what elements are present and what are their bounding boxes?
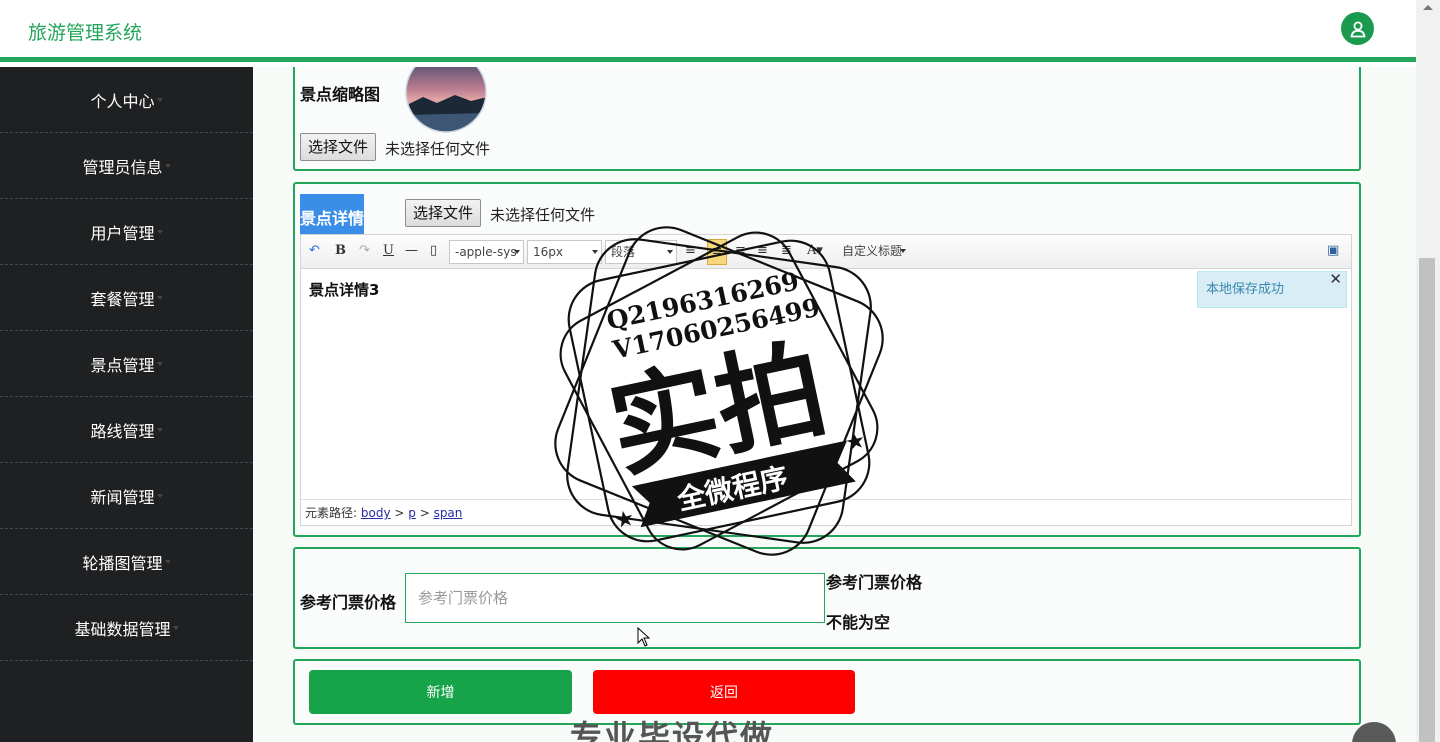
sidebar-item-carousel-management[interactable]: 轮播图管理 bbox=[0, 529, 253, 595]
thumbnail-label: 景点缩略图 bbox=[300, 85, 381, 104]
save-toast-text: 本地保存成功 bbox=[1206, 282, 1285, 297]
paragraph-value: 段落 bbox=[611, 245, 636, 259]
font-size-value: 16px bbox=[533, 245, 563, 259]
horizontal-rule-icon[interactable]: — bbox=[405, 243, 418, 258]
editor-content[interactable]: 景点详情3 bbox=[309, 279, 379, 300]
chevron-down-icon bbox=[592, 250, 598, 254]
editor-toolbar: ↶ B ↷ U — ▯ -apple-sys 16px 段落 ≡ ≡ ≡ ≡ ≣… bbox=[301, 235, 1351, 269]
align-center-icon[interactable]: ≡ bbox=[735, 243, 746, 258]
sidebar-item-label: 个人中心 bbox=[90, 91, 155, 111]
sidebar-item-attraction-management[interactable]: 景点管理 bbox=[0, 331, 253, 397]
page-icon[interactable]: ▯ bbox=[430, 243, 437, 258]
chevron-down-icon bbox=[172, 625, 179, 630]
chevron-down-icon bbox=[164, 163, 171, 168]
sidebar-item-personal-center[interactable]: 个人中心 bbox=[0, 67, 253, 133]
thumbnail-image bbox=[405, 67, 487, 133]
chevron-down-icon bbox=[900, 249, 906, 253]
custom-title-value: 自定义标题 bbox=[842, 244, 903, 258]
sidebar-item-admin-info[interactable]: 管理员信息 bbox=[0, 133, 253, 199]
chevron-down-icon bbox=[156, 97, 163, 102]
rich-text-editor[interactable]: ↶ B ↷ U — ▯ -apple-sys 16px 段落 ≡ ≡ ≡ ≡ ≣… bbox=[300, 234, 1352, 526]
path-link-span[interactable]: span bbox=[434, 506, 463, 520]
font-family-value: -apple-sys bbox=[455, 245, 517, 259]
close-icon[interactable]: ✕ bbox=[1329, 262, 1342, 297]
sidebar-item-label: 用户管理 bbox=[90, 223, 155, 243]
price-label: 参考门票价格 bbox=[300, 593, 397, 612]
price-input[interactable]: 参考门票价格 bbox=[405, 573, 825, 623]
list-icon[interactable]: ≣ bbox=[781, 243, 792, 258]
font-size-select[interactable]: 16px bbox=[527, 240, 602, 264]
paragraph-select[interactable]: 段落 bbox=[605, 240, 677, 264]
detail-file-status: 未选择任何文件 bbox=[490, 206, 596, 224]
redo-icon[interactable]: ↷ bbox=[359, 243, 370, 258]
preview-icon[interactable]: ▣ bbox=[1327, 243, 1339, 258]
actions-card: 新增 返回 bbox=[293, 659, 1361, 725]
chevron-down-icon bbox=[164, 559, 171, 564]
chevron-down-icon bbox=[514, 250, 520, 254]
chevron-down-icon bbox=[156, 361, 163, 366]
sidebar-item-user-management[interactable]: 用户管理 bbox=[0, 199, 253, 265]
font-color-icon[interactable]: A▾ bbox=[807, 243, 823, 258]
price-error-line1: 参考门票价格 bbox=[826, 573, 923, 592]
sidebar-item-label: 管理员信息 bbox=[82, 157, 163, 177]
chevron-down-icon bbox=[156, 295, 163, 300]
element-path-label: 元素路径: bbox=[305, 506, 358, 520]
sidebar-item-label: 路线管理 bbox=[90, 421, 155, 441]
mouse-cursor-icon bbox=[637, 627, 651, 647]
custom-title-select[interactable]: 自定义标题 bbox=[837, 240, 909, 264]
detail-label: 景点详情 bbox=[300, 194, 365, 234]
save-toast: 本地保存成功 ✕ bbox=[1197, 270, 1347, 308]
sidebar-item-route-management[interactable]: 路线管理 bbox=[0, 397, 253, 463]
scroll-up-icon[interactable] bbox=[1423, 5, 1433, 10]
editor-body[interactable]: 景点详情3 本地保存成功 ✕ bbox=[301, 269, 1351, 499]
watermark-bottom-text: 专业毕设代做 bbox=[570, 718, 775, 742]
align-left-icon[interactable]: ≡ bbox=[707, 239, 727, 265]
thumbnail-card: 景点缩略图 选择文件 未选择任何文件 bbox=[293, 67, 1361, 171]
sidebar-item-label: 基础数据管理 bbox=[74, 619, 171, 639]
back-button[interactable]: 返回 bbox=[593, 670, 855, 714]
user-glyph bbox=[1349, 21, 1366, 37]
align-justify-icon[interactable]: ≡ bbox=[685, 243, 696, 258]
sidebar-item-base-data-management[interactable]: 基础数据管理 bbox=[0, 595, 253, 661]
main-content: 景点缩略图 选择文件 未选择任何文件 景点详情 选择文件 未选择任何文件 ↶ B… bbox=[253, 67, 1416, 742]
font-family-select[interactable]: -apple-sys bbox=[449, 240, 524, 264]
sidebar-item-news-management[interactable]: 新闻管理 bbox=[0, 463, 253, 529]
thumbnail-file-button[interactable]: 选择文件 bbox=[300, 133, 377, 161]
underline-icon[interactable]: U bbox=[383, 243, 394, 258]
element-path-bar: 元素路径: body > p > span bbox=[301, 499, 1351, 525]
thumbnail-file-status: 未选择任何文件 bbox=[385, 140, 491, 158]
page-scrollbar[interactable] bbox=[1416, 0, 1440, 742]
sidebar-item-label: 套餐管理 bbox=[90, 289, 155, 309]
chevron-down-icon bbox=[156, 493, 163, 498]
path-link-p[interactable]: p bbox=[408, 506, 416, 520]
sidebar-item-package-management[interactable]: 套餐管理 bbox=[0, 265, 253, 331]
price-error-line2: 不能为空 bbox=[826, 613, 891, 632]
top-header: 旅游管理系统 bbox=[0, 0, 1416, 62]
sidebar-item-label: 轮播图管理 bbox=[82, 553, 163, 573]
add-button[interactable]: 新增 bbox=[309, 670, 572, 714]
chevron-down-icon bbox=[156, 427, 163, 432]
sidebar-item-label: 新闻管理 bbox=[90, 487, 155, 507]
detail-card: 景点详情 选择文件 未选择任何文件 ↶ B ↷ U — ▯ -apple-sys… bbox=[293, 182, 1361, 537]
price-card: 参考门票价格 参考门票价格 参考门票价格 不能为空 bbox=[293, 547, 1361, 649]
align-right-icon[interactable]: ≡ bbox=[757, 243, 768, 258]
sidebar-item-label: 景点管理 bbox=[90, 355, 155, 375]
detail-file-button[interactable]: 选择文件 bbox=[405, 199, 482, 227]
chevron-down-icon bbox=[156, 229, 163, 234]
bold-icon[interactable]: B bbox=[335, 243, 346, 258]
sidebar: 个人中心 管理员信息 用户管理 套餐管理 景点管理 路线管理 新闻管理 轮播图管… bbox=[0, 67, 253, 742]
undo-icon[interactable]: ↶ bbox=[309, 243, 320, 258]
scroll-thumb[interactable] bbox=[1419, 258, 1435, 742]
user-icon[interactable] bbox=[1341, 12, 1374, 45]
path-link-body[interactable]: body bbox=[361, 506, 391, 520]
app-title: 旅游管理系统 bbox=[28, 22, 143, 44]
chevron-down-icon bbox=[667, 250, 673, 254]
